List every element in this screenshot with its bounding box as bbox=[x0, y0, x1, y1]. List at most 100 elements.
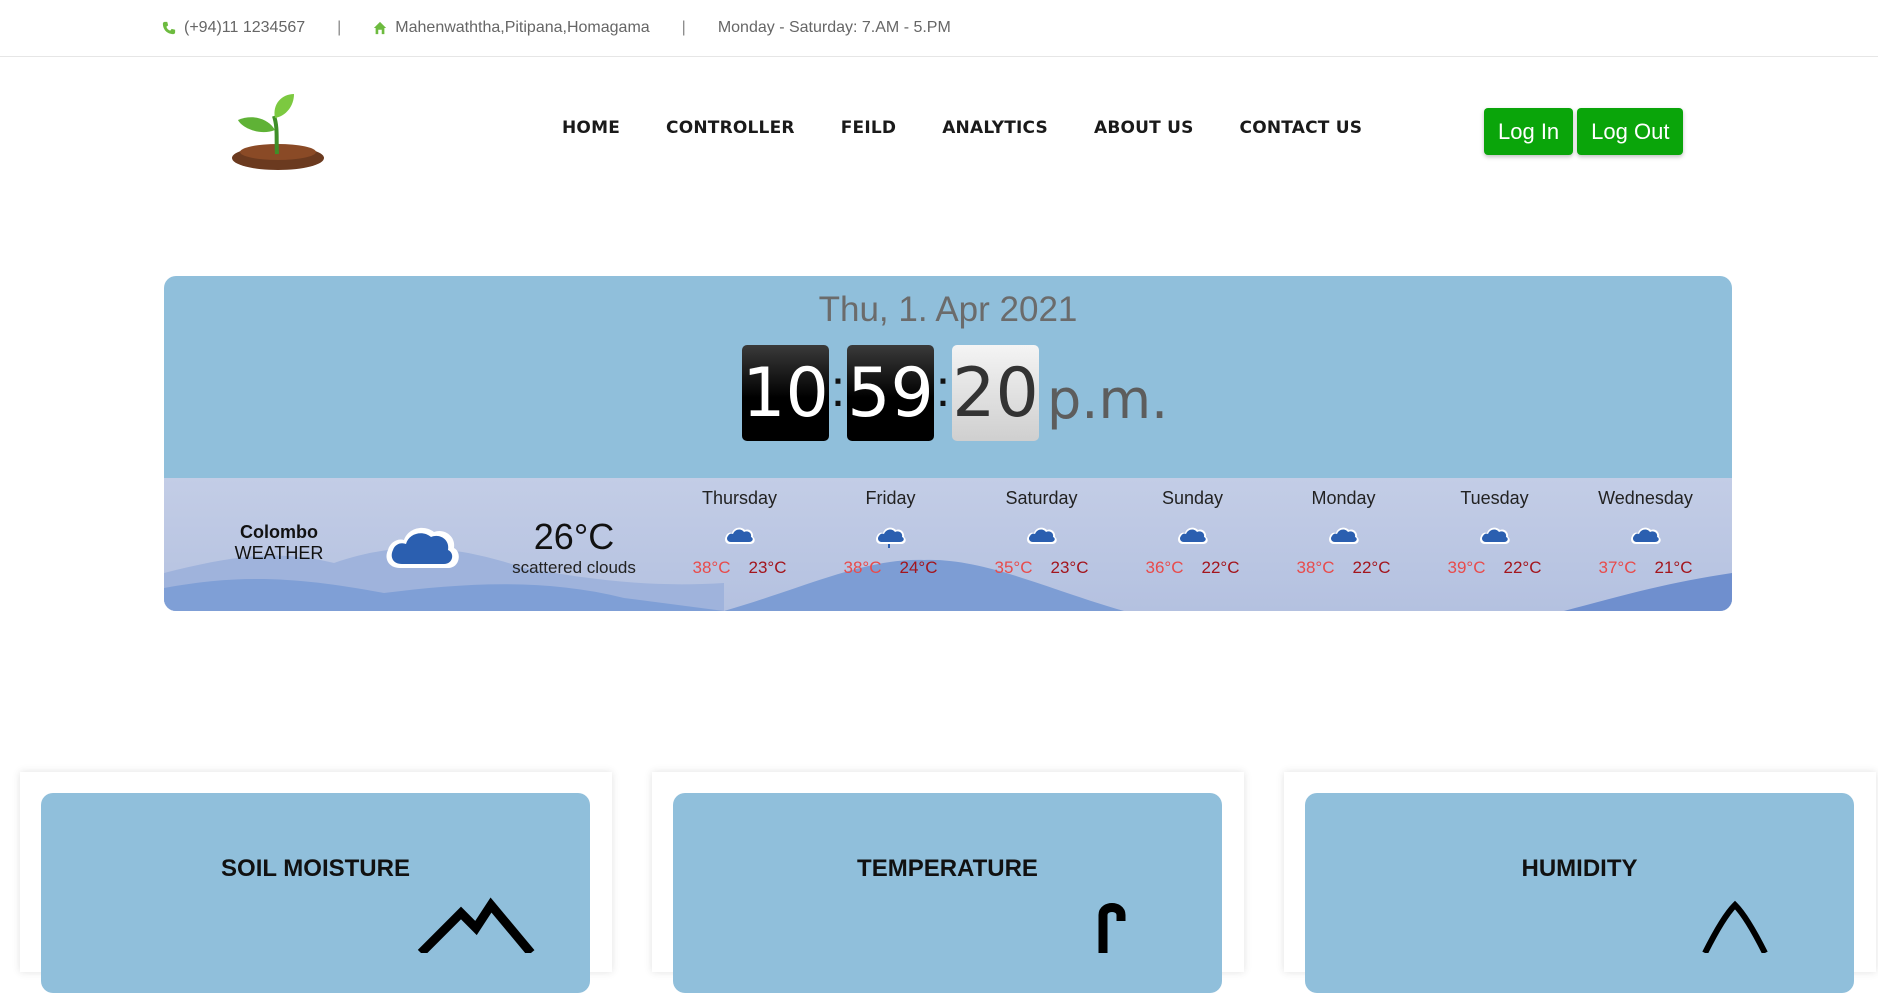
forecast-high: 35°C bbox=[994, 558, 1033, 577]
nav-about-us[interactable]: ABOUT US bbox=[1094, 118, 1194, 138]
forecast-low: 22°C bbox=[1503, 558, 1542, 577]
forecast-temps: 36°C 22°C bbox=[1117, 558, 1268, 578]
forecast-day-name: Saturday bbox=[1005, 488, 1078, 508]
current-weather: 26°C scattered clouds bbox=[504, 516, 644, 578]
thermometer-icon bbox=[1098, 903, 1126, 953]
forecast-day: Sunday 36°C 22°C bbox=[1117, 488, 1268, 578]
login-button[interactable]: Log In bbox=[1484, 108, 1574, 155]
cloud-icon bbox=[1026, 527, 1057, 544]
forecast-day: Saturday 35°C 23°C bbox=[966, 488, 1117, 578]
nav-contact-us[interactable]: CONTACT US bbox=[1240, 118, 1363, 138]
forecast-day-name: Tuesday bbox=[1460, 488, 1529, 508]
clock-colon: : bbox=[830, 360, 846, 418]
forecast-temps: 38°C 23°C bbox=[664, 558, 815, 578]
forecast-low: 24°C bbox=[899, 558, 938, 577]
current-temp: 26°C bbox=[533, 516, 615, 557]
address-text: Mahenwaththa,Pitipana,Homagama bbox=[395, 19, 650, 36]
nav-analytics[interactable]: ANALYTICS bbox=[942, 118, 1048, 138]
forecast-day: Monday 38°C 22°C bbox=[1268, 488, 1419, 578]
cloud-icon bbox=[1479, 527, 1510, 544]
forecast-temps: 35°C 23°C bbox=[966, 558, 1117, 578]
clock-hours: 10 bbox=[742, 345, 829, 441]
phone-icon bbox=[162, 21, 176, 35]
temperature-card: TEMPERATURE bbox=[652, 772, 1244, 993]
topbar-separator: | bbox=[337, 19, 342, 36]
forecast-icon-wrap bbox=[815, 514, 966, 558]
forecast-icon-wrap bbox=[1268, 514, 1419, 558]
forecast-high: 38°C bbox=[1296, 558, 1335, 577]
phone-number: (+94)11 1234567 bbox=[184, 19, 306, 36]
top-info-bar: (+94)11 1234567 | Mahenwaththa,Pitipana,… bbox=[0, 0, 1878, 57]
clock-weather-panel: Thu, 1. Apr 2021 10 : 59 : 20 p.m. Colom… bbox=[164, 276, 1732, 611]
forecast-low: 23°C bbox=[748, 558, 787, 577]
address-info: Mahenwaththa,Pitipana,Homagama bbox=[373, 19, 650, 37]
forecast-icon-wrap bbox=[1419, 514, 1570, 558]
forecast-day: Thursday 38°C 23°C bbox=[664, 488, 815, 578]
forecast-temps: 38°C 22°C bbox=[1268, 558, 1419, 578]
clock-ampm: p.m. bbox=[1047, 368, 1169, 431]
card-title: TEMPERATURE bbox=[857, 855, 1038, 882]
forecast-icon-wrap bbox=[1570, 514, 1721, 558]
topbar-separator: | bbox=[681, 19, 686, 36]
forecast-high: 38°C bbox=[843, 558, 882, 577]
forecast-high: 37°C bbox=[1598, 558, 1637, 577]
forecast-day-name: Monday bbox=[1311, 488, 1376, 508]
home-icon bbox=[374, 21, 387, 35]
forecast-low: 23°C bbox=[1050, 558, 1089, 577]
weekly-forecast: Thursday 38°C 23°C Friday 38°C 24°C Saturday 35… bbox=[664, 488, 1721, 578]
card-inner: HUMIDITY bbox=[1305, 793, 1854, 993]
nav-feild[interactable]: FEILD bbox=[841, 118, 897, 138]
opening-hours: Monday - Saturday: 7.AM - 5.PM bbox=[717, 19, 951, 36]
forecast-high: 36°C bbox=[1145, 558, 1184, 577]
current-description: scattered clouds bbox=[512, 558, 636, 577]
forecast-temps: 37°C 21°C bbox=[1570, 558, 1721, 578]
forecast-high: 39°C bbox=[1447, 558, 1486, 577]
card-title: SOIL MOISTURE bbox=[221, 855, 410, 882]
forecast-low: 22°C bbox=[1352, 558, 1391, 577]
clock-colon: : bbox=[935, 360, 951, 418]
forecast-high: 38°C bbox=[692, 558, 731, 577]
forecast-low: 21°C bbox=[1654, 558, 1693, 577]
flip-clock: 10 : 59 : 20 p.m. bbox=[742, 345, 1168, 441]
forecast-day: Tuesday 39°C 22°C bbox=[1419, 488, 1570, 578]
nav-home[interactable]: HOME bbox=[562, 118, 620, 138]
current-date: Thu, 1. Apr 2021 bbox=[818, 290, 1078, 329]
logout-button[interactable]: Log Out bbox=[1577, 108, 1684, 155]
weather-city: Colombo bbox=[240, 522, 318, 542]
rain-cloud-icon bbox=[875, 527, 906, 548]
sprout-logo-icon[interactable] bbox=[230, 92, 326, 172]
forecast-low: 22°C bbox=[1201, 558, 1240, 577]
soil-icon bbox=[417, 897, 535, 953]
forecast-icon-wrap bbox=[966, 514, 1117, 558]
card-title: HUMIDITY bbox=[1521, 855, 1638, 882]
clock-seconds: 20 bbox=[952, 345, 1039, 441]
forecast-day-name: Sunday bbox=[1161, 488, 1224, 508]
forecast-day-name: Thursday bbox=[701, 488, 778, 508]
forecast-day-name: Wednesday bbox=[1598, 488, 1693, 508]
cloud-icon bbox=[724, 527, 755, 544]
cloud-icon bbox=[1177, 527, 1208, 544]
card-inner: SOIL MOISTURE bbox=[41, 793, 590, 993]
humidity-card: HUMIDITY bbox=[1284, 772, 1876, 993]
droplet-icon bbox=[1702, 900, 1768, 953]
phone-info: (+94)11 1234567 bbox=[162, 19, 305, 37]
card-inner: TEMPERATURE bbox=[673, 793, 1222, 993]
cloud-icon bbox=[1328, 527, 1359, 544]
forecast-icon-wrap bbox=[664, 514, 815, 558]
soil-moisture-card: SOIL MOISTURE bbox=[20, 772, 612, 993]
forecast-temps: 39°C 22°C bbox=[1419, 558, 1570, 578]
forecast-day-name: Friday bbox=[865, 488, 916, 508]
clock-minutes: 59 bbox=[847, 345, 934, 441]
forecast-day: Wednesday 37°C 21°C bbox=[1570, 488, 1721, 578]
cloud-icon bbox=[386, 527, 459, 568]
weather-location: Colombo WEATHER bbox=[224, 522, 334, 564]
forecast-temps: 38°C 24°C bbox=[815, 558, 966, 578]
weather-widget: Colombo WEATHER 26°C scattered clouds Th… bbox=[164, 478, 1732, 611]
forecast-icon-wrap bbox=[1117, 514, 1268, 558]
main-nav: HOME CONTROLLER FEILD ANALYTICS ABOUT US… bbox=[562, 118, 1408, 138]
hours-info: Monday - Saturday: 7.AM - 5.PM bbox=[718, 19, 951, 37]
nav-controller[interactable]: CONTROLLER bbox=[666, 118, 795, 138]
cloud-icon bbox=[1630, 527, 1661, 544]
forecast-day: Friday 38°C 24°C bbox=[815, 488, 966, 578]
weather-label: WEATHER bbox=[234, 543, 324, 563]
